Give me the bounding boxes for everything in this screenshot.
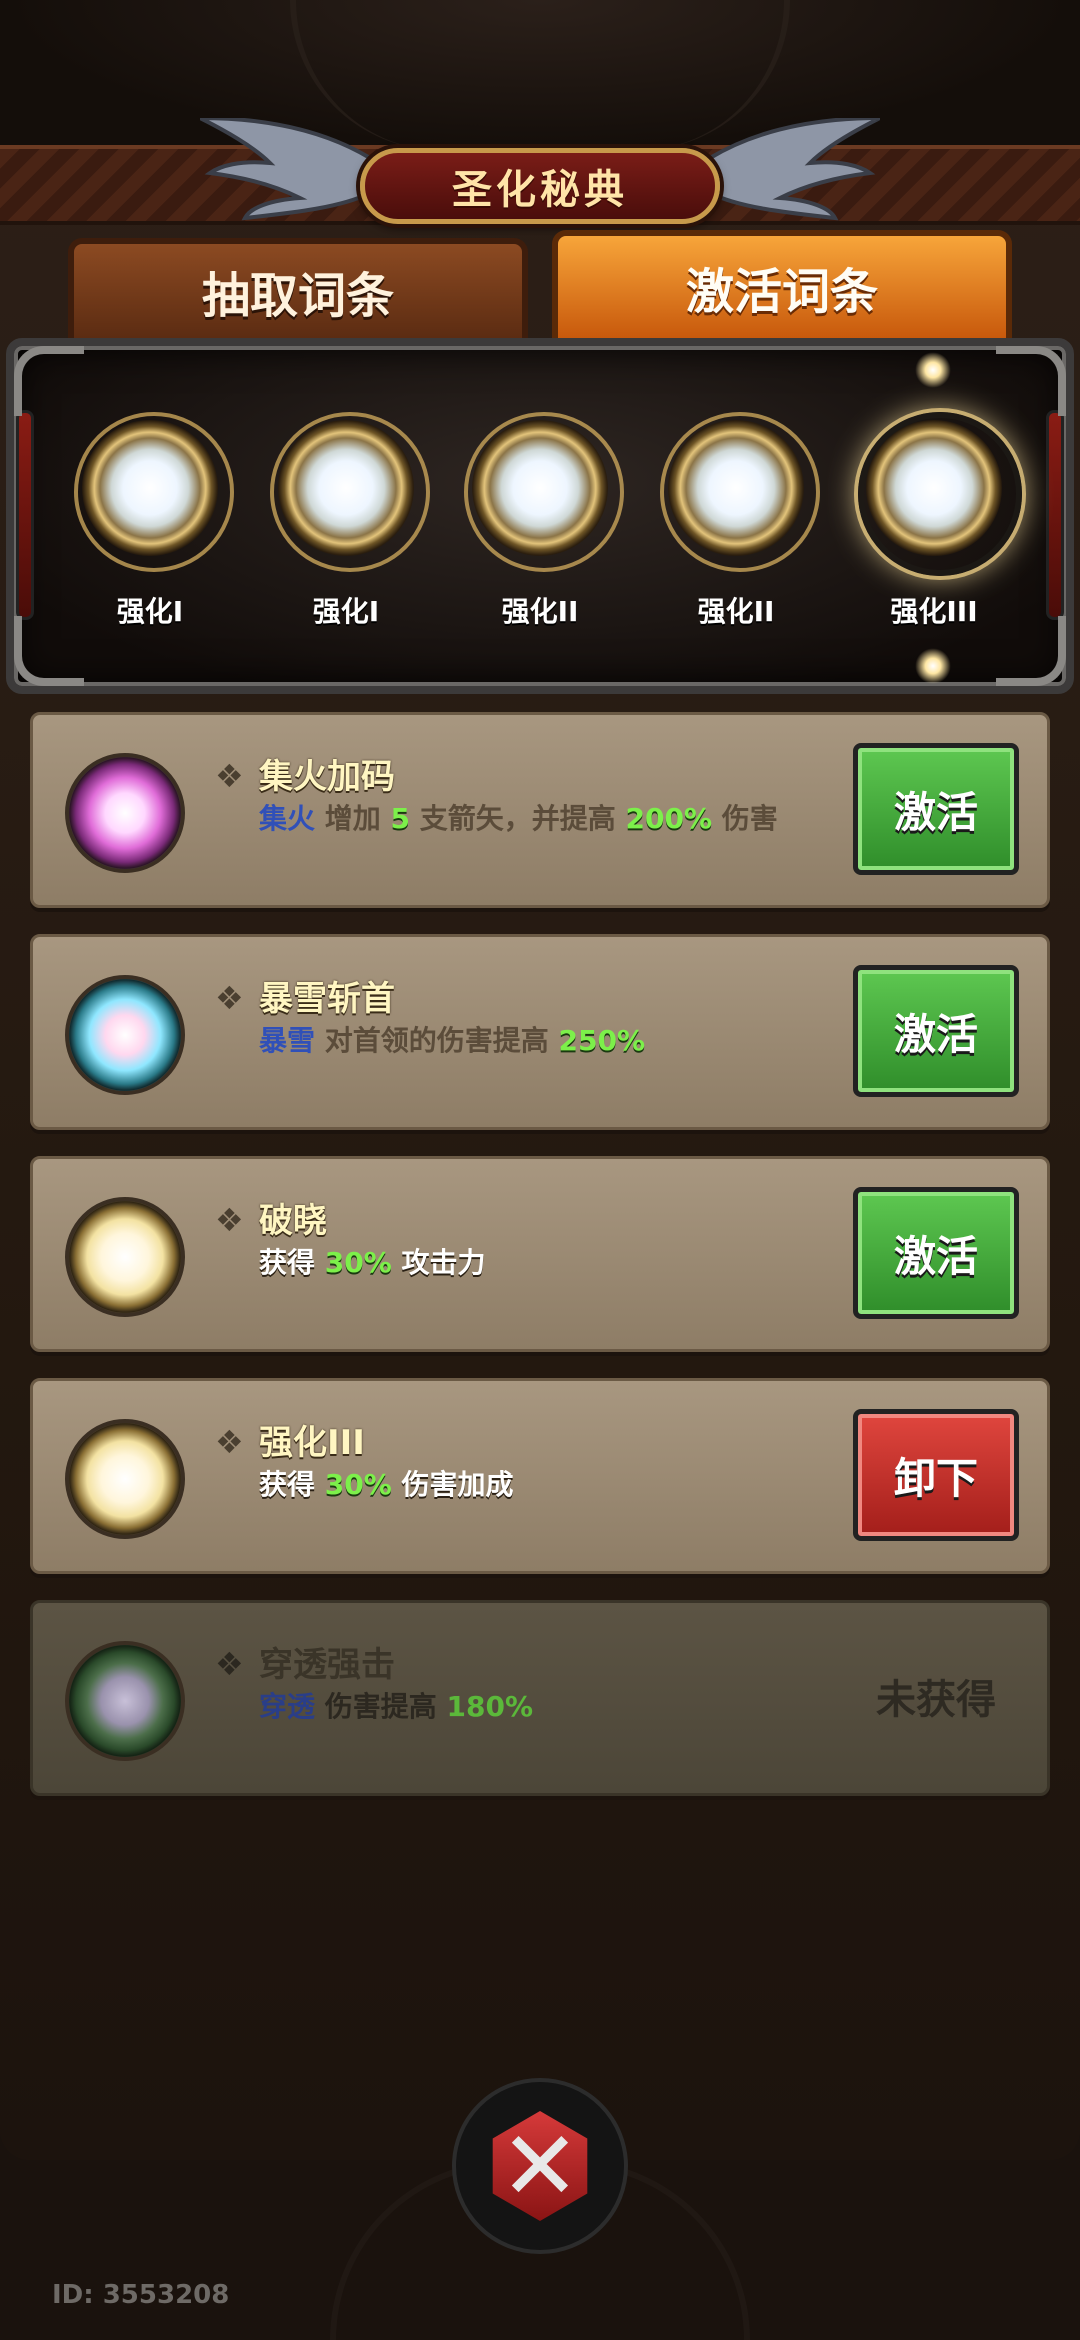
affix-value: 250%	[558, 1024, 646, 1057]
affix-title: 集火加码	[259, 757, 395, 797]
affix-orb-icon	[65, 1419, 185, 1539]
slot-3-orb-icon[interactable]	[464, 412, 624, 572]
affix-value: 5	[390, 802, 411, 835]
affix-desc-text: 对首领的伤害提高	[324, 1024, 549, 1057]
affix-orb-icon	[65, 1641, 185, 1761]
affix-description: 获得 30% 攻击力	[259, 1243, 819, 1283]
frame-corner	[996, 346, 1066, 416]
affix-orb-icon	[65, 975, 185, 1095]
affix-card: ❖ 集火加码 集火 增加 5 支箭矢，并提高 200% 伤害 激活	[30, 712, 1050, 908]
diamond-bullet-icon: ❖	[215, 757, 244, 795]
slot-1-label: 强化I	[116, 595, 184, 628]
affix-desc-text: 伤害提高	[324, 1690, 437, 1723]
player-id: ID: 3553208	[52, 2280, 230, 2310]
sparkle-icon	[915, 352, 951, 388]
affix-value: 30%	[324, 1246, 392, 1279]
affix-description: 穿透 伤害提高 180%	[259, 1687, 819, 1727]
affix-orb-icon	[65, 1197, 185, 1317]
affix-card: ❖ 强化III 获得 30% 伤害加成 卸下	[30, 1378, 1050, 1574]
affix-keyword: 暴雪	[259, 1024, 316, 1057]
slot-4-label: 强化II	[697, 595, 775, 628]
affix-value: 30%	[324, 1468, 392, 1501]
diamond-bullet-icon: ❖	[215, 1645, 244, 1683]
affix-desc-text: 支箭矢，并提高	[419, 802, 616, 835]
affix-card-locked: ❖ 穿透强击 穿透 伤害提高 180% 未获得	[30, 1600, 1050, 1796]
affix-desc-text: 获得	[259, 1246, 316, 1279]
affix-desc-text: 伤害	[721, 802, 778, 835]
affix-description: 暴雪 对首领的伤害提高 250%	[259, 1021, 819, 1061]
frame-corner	[14, 346, 84, 416]
slot-5-label: 强化III	[890, 595, 978, 628]
unequip-button[interactable]: 卸下	[853, 1409, 1019, 1541]
not-obtained-label: 未获得	[876, 1677, 996, 1723]
close-icon: ✕	[492, 2111, 588, 2221]
slot-3-label: 强化II	[501, 595, 579, 628]
affix-title: 穿透强击	[259, 1645, 395, 1685]
affix-card: ❖ 暴雪斩首 暴雪 对首领的伤害提高 250% 激活	[30, 934, 1050, 1130]
affix-title: 暴雪斩首	[259, 979, 395, 1019]
affix-desc-text: 获得	[259, 1468, 316, 1501]
slot-1-orb-icon[interactable]	[74, 412, 234, 572]
wing-left-icon	[200, 118, 370, 221]
diamond-bullet-icon: ❖	[215, 979, 244, 1017]
slot-5-orb-icon[interactable]	[858, 412, 1022, 576]
sparkle-icon	[915, 648, 951, 684]
diamond-bullet-icon: ❖	[215, 1423, 244, 1461]
wing-right-icon	[710, 118, 880, 221]
tab-draw-affix[interactable]: 抽取词条	[68, 238, 528, 338]
affix-description: 集火 增加 5 支箭矢，并提高 200% 伤害	[259, 799, 819, 839]
title-plaque: 圣化秘典	[360, 148, 720, 224]
affix-value: 200%	[625, 802, 713, 835]
frame-rail-left	[16, 410, 34, 620]
affix-card: ❖ 破晓 获得 30% 攻击力 激活	[30, 1156, 1050, 1352]
affix-title: 破晓	[259, 1201, 327, 1241]
close-button[interactable]: ✕	[452, 2078, 628, 2254]
affix-orb-icon	[65, 753, 185, 873]
page-title: 圣化秘典	[452, 167, 628, 213]
activate-button[interactable]: 激活	[853, 1187, 1019, 1319]
activate-button[interactable]: 激活	[853, 743, 1019, 875]
affix-keyword: 穿透	[259, 1690, 316, 1723]
affix-desc-text: 伤害加成	[401, 1468, 514, 1501]
affix-description: 获得 30% 伤害加成	[259, 1465, 819, 1505]
affix-keyword: 集火	[259, 802, 316, 835]
slot-2-orb-icon[interactable]	[270, 412, 430, 572]
tab-activate-affix[interactable]: 激活词条	[552, 230, 1012, 338]
activate-button[interactable]: 激活	[853, 965, 1019, 1097]
affix-value: 180%	[446, 1690, 534, 1723]
affix-desc-text: 攻击力	[401, 1246, 486, 1279]
frame-rail-right	[1046, 410, 1064, 620]
affix-title: 强化III	[259, 1423, 365, 1463]
affix-desc-text: 增加	[324, 802, 381, 835]
diamond-bullet-icon: ❖	[215, 1201, 244, 1239]
slot-4-orb-icon[interactable]	[660, 412, 820, 572]
slot-2-label: 强化I	[312, 595, 380, 628]
